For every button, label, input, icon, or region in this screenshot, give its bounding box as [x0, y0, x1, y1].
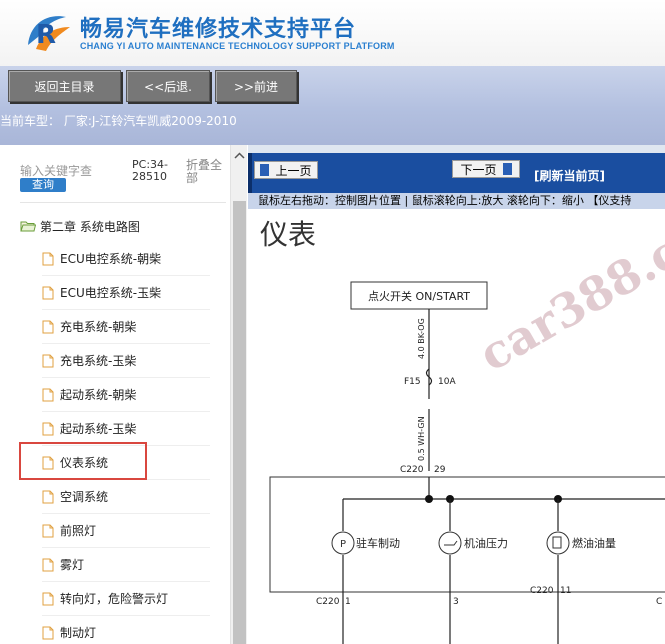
sidebar: 输入关键字查 查询 PC:34-28510 折叠全部 第二章 系统电路图 ECU… — [0, 145, 248, 644]
fuel-gauge-icon — [546, 531, 570, 555]
tree-item-label: 充电系统-玉柴 — [60, 354, 137, 368]
gauge-fuel-label: 燃油油量 — [572, 536, 616, 550]
tree-item[interactable]: ECU电控系统-玉柴 — [42, 276, 210, 310]
sidebar-scrollbar[interactable] — [230, 145, 247, 644]
next-page-label: 下一页 — [460, 162, 497, 177]
fuse-name: F15 — [404, 377, 421, 387]
document-icon — [42, 252, 54, 265]
document-icon — [42, 388, 54, 401]
mouse-hint-bar: 鼠标左右拖动：控制图片位置 | 鼠标滚轮向上:放大 滚轮向下：缩小 【仪支持 — [248, 193, 665, 209]
tree-item-label: 雾灯 — [60, 558, 85, 572]
svg-text:P: P — [340, 539, 346, 550]
document-icon — [42, 320, 54, 333]
tree-item-label: 前照灯 — [60, 524, 97, 538]
tree-root-chapter[interactable]: 第二章 系统电路图 — [20, 217, 140, 235]
tree-item-label: 转向灯，危险警示灯 — [60, 592, 169, 606]
next-page-button[interactable]: 下一页 — [452, 160, 520, 178]
connector-c-label: C220 — [530, 586, 554, 596]
document-icon — [42, 354, 54, 367]
tree-item-label: 起动系统-朝柴 — [60, 388, 137, 402]
wire-top-label: 4.0 BK-OG — [417, 318, 426, 359]
ignition-switch-label: 点火开关 ON/START — [368, 289, 470, 303]
gauge-oil-label: 机油压力 — [464, 536, 508, 550]
connector-c-pin: 11 — [560, 586, 571, 596]
connector-a-label: C220 — [316, 597, 340, 607]
tree-item[interactable]: 制动灯 — [42, 616, 210, 644]
current-car-model: 当前车型： 厂家:J-江铃汽车凯威2009-2010 — [0, 114, 237, 128]
document-icon — [42, 592, 54, 605]
tree-item[interactable]: 空调系统 — [42, 480, 210, 514]
tree-root-label: 第二章 系统电路图 — [40, 219, 140, 234]
document-icon — [42, 558, 54, 571]
site-title: 畅易汽车维修技术支持平台 — [80, 17, 357, 42]
tree-item[interactable]: 前照灯 — [42, 514, 210, 548]
diagram-viewer: 上一页 下一页 [刷新当前页] 鼠标左右拖动：控制图片位置 | 鼠标滚轮向上:放… — [248, 145, 665, 644]
tree-item-label: 制动灯 — [60, 626, 97, 640]
svg-text:R: R — [36, 20, 56, 50]
tree-item-label: 充电系统-朝柴 — [60, 320, 137, 334]
scroll-up-arrow-icon[interactable] — [231, 151, 248, 161]
tree-item-label: 起动系统-玉柴 — [60, 422, 137, 436]
car-model-bar: 当前车型： 厂家:J-江铃汽车凯威2009-2010 — [0, 109, 665, 145]
refresh-page-link[interactable]: [刷新当前页] — [534, 167, 605, 184]
toolbar: 返回主目录 <<后退. >>前进 — [0, 66, 665, 109]
tree-item[interactable]: ECU电控系统-朝柴 — [42, 242, 210, 276]
oil-pressure-icon — [438, 531, 462, 555]
folder-open-icon — [20, 221, 36, 232]
document-icon — [42, 524, 54, 537]
connector-a-pin: 1 — [345, 597, 351, 607]
diagram-title: 仪表 — [260, 218, 317, 251]
tree-item-label: 空调系统 — [60, 490, 109, 504]
pc-code: PC:34-28510 — [132, 158, 168, 183]
document-icon — [42, 286, 54, 299]
selection-highlight — [19, 442, 147, 480]
logo-icon: R — [28, 16, 70, 51]
document-icon — [42, 490, 54, 503]
search-button[interactable]: 查询 — [20, 178, 66, 192]
sidebar-divider — [20, 202, 226, 203]
tree-item[interactable]: 充电系统-玉柴 — [42, 344, 210, 378]
document-icon — [42, 422, 54, 435]
tree-item[interactable]: 起动系统-玉柴 — [42, 412, 210, 446]
home-button[interactable]: 返回主目录 — [8, 70, 121, 102]
prev-page-label: 上一页 — [275, 163, 312, 178]
tree-item[interactable]: 充电系统-朝柴 — [42, 310, 210, 344]
back-button[interactable]: <<后退. — [126, 70, 210, 102]
gauge-parking-label: 驻车制动 — [356, 536, 400, 550]
arrow-left-icon — [260, 164, 270, 176]
tree-item-label: ECU电控系统-朝柴 — [60, 252, 162, 266]
connector-b-pin: 3 — [453, 597, 459, 607]
search-input[interactable]: 输入关键字查 — [20, 162, 92, 179]
prev-page-button[interactable]: 上一页 — [254, 161, 318, 179]
connector-top-label: C220 — [400, 465, 424, 475]
viewer-top-strip — [248, 145, 665, 153]
connector-top-pin: 29 — [434, 465, 446, 475]
tree-item[interactable]: 起动系统-朝柴 — [42, 378, 210, 412]
site-header: R 畅易汽车维修技术支持平台 CHANG YI AUTO MAINTENANCE… — [0, 0, 665, 66]
tree-item[interactable]: 转向灯，危险警示灯 — [42, 582, 210, 616]
tree-item-label: ECU电控系统-玉柴 — [60, 286, 162, 300]
collapse-all-button[interactable]: 折叠全部 — [186, 159, 226, 185]
forward-button[interactable]: >>前进 — [215, 70, 297, 102]
document-icon — [42, 626, 54, 639]
connector-d-label: C — [656, 597, 662, 607]
fuse-rating: 10A — [438, 377, 456, 387]
viewer-nav-bar: 上一页 下一页 [刷新当前页] — [248, 153, 665, 193]
site-subtitle: CHANG YI AUTO MAINTENANCE TECHNOLOGY SUP… — [80, 41, 395, 51]
wire-bottom-label: 0.5 WH-GN — [417, 416, 426, 461]
arrow-right-icon — [502, 163, 512, 175]
scrollbar-thumb[interactable] — [233, 201, 246, 644]
tree-item[interactable]: 雾灯 — [42, 548, 210, 582]
